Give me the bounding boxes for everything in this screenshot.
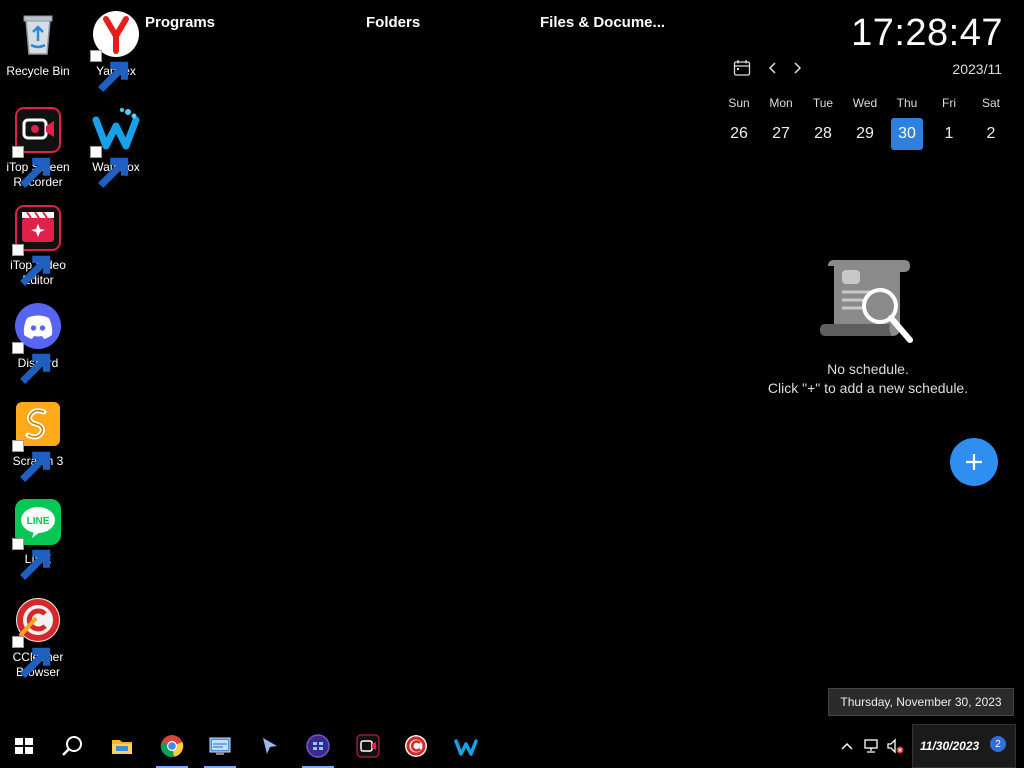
desktop-icon-itop-video-editor[interactable]: iTop Video Editor [0, 204, 76, 288]
itop-screen-recorder-icon [356, 734, 380, 758]
empty-schedule-title: No schedule. [827, 361, 909, 377]
taskbar-ccleaner[interactable] [396, 724, 436, 768]
desktop-icon-line[interactable]: LINE LINE [0, 498, 76, 580]
weekday-label: Tue [812, 96, 834, 110]
taskbar-date-text: 11/30/2023 [920, 739, 980, 753]
line-icon: LINE [12, 498, 62, 580]
itop-video-editor-icon [12, 204, 62, 286]
scratch-icon [12, 400, 62, 482]
desktop-icon-discord[interactable]: Discord [0, 302, 76, 384]
volume-muted-icon[interactable] [885, 736, 905, 756]
desktop-icon-label: Recycle Bin [6, 64, 70, 78]
search-icon [62, 736, 82, 756]
svg-text:LINE: LINE [27, 516, 50, 527]
recycle-bin-icon [14, 10, 62, 58]
show-hidden-icons-chevron-icon[interactable] [837, 736, 857, 756]
chrome-icon [160, 735, 184, 758]
calendar-day[interactable]: 29 [844, 118, 886, 150]
taskbar-control-panel[interactable] [200, 724, 240, 768]
network-icon[interactable] [861, 736, 881, 756]
itop-screen-recorder-icon [12, 106, 62, 188]
weekday-label: Sun [728, 96, 750, 110]
calendar-day[interactable]: 28 [802, 118, 844, 150]
fence-header-files[interactable]: Files & Docume... [540, 14, 665, 31]
calendar-day[interactable]: 1 [928, 118, 970, 150]
desktop-icon-recycle-bin[interactable]: Recycle Bin [0, 10, 76, 79]
desktop-icon-scratch[interactable]: Scratch 3 [0, 400, 76, 482]
calendar-day[interactable]: 26 [718, 118, 760, 150]
shortcut-arrow-icon [12, 440, 51, 482]
calendar-day[interactable]: 27 [760, 118, 802, 150]
notification-count-badge[interactable]: 2 [990, 736, 1006, 752]
discord-icon [12, 302, 62, 384]
shortcut-arrow-icon [12, 146, 51, 188]
taskbar-chrome[interactable] [152, 724, 192, 768]
today-label: 30 [891, 118, 923, 150]
calendar-week: Sun Mon Tue Wed Thu Fri Sat 26 27 28 29 … [718, 94, 1012, 150]
control-panel-icon [209, 737, 231, 755]
windows-app-icon [306, 734, 330, 758]
file-explorer-icon [112, 740, 132, 754]
desktop-icon-waterfox[interactable]: Waterfox [78, 106, 154, 188]
date-tooltip: Thursday, November 30, 2023 [828, 688, 1014, 716]
empty-schedule-hint: Click "+" to add a new schedule. [767, 380, 969, 396]
weekday-label: Fri [942, 96, 956, 110]
next-month-button[interactable] [787, 58, 807, 78]
calendar-day[interactable]: 2 [970, 118, 1012, 150]
empty-schedule-illustration-icon [818, 256, 914, 348]
taskbar-windows-app[interactable] [298, 724, 338, 768]
shortcut-arrow-icon [12, 538, 51, 580]
desktop-icon-itop-screen-recorder[interactable]: iTop Screen Recorder [0, 106, 76, 190]
weekday-label: Thu [896, 96, 918, 110]
start-icon [15, 738, 33, 754]
desktop-icon-ccleaner-browser[interactable]: CCleaner Browser [0, 596, 76, 680]
weekday-label: Mon [769, 96, 793, 110]
shortcut-arrow-icon [90, 146, 129, 188]
calendar-icon[interactable] [732, 58, 752, 78]
calendar-month: 2023/11 [952, 61, 1002, 77]
taskbar-cursor-app[interactable] [250, 724, 290, 768]
start-button[interactable] [4, 724, 44, 768]
shortcut-arrow-icon [12, 636, 51, 678]
search-button[interactable] [52, 724, 92, 768]
plus-icon [966, 454, 982, 470]
taskbar-itop-screen-recorder[interactable] [348, 724, 388, 768]
cursor-app-icon [263, 738, 277, 754]
widget-clock: 17:28:47 [851, 12, 1003, 54]
calendar-day-today[interactable]: 30 [886, 118, 928, 150]
previous-month-button[interactable] [763, 58, 783, 78]
weekday-label: Sat [981, 96, 1000, 110]
shortcut-arrow-icon [12, 342, 51, 384]
fence-header-folders[interactable]: Folders [366, 14, 420, 31]
waterfox-icon [454, 739, 478, 756]
waterfox-icon [90, 106, 140, 188]
shortcut-arrow-icon [90, 50, 129, 92]
desktop-icon-yandex[interactable]: Yandex [78, 10, 154, 92]
yandex-icon [90, 10, 140, 92]
taskbar-file-explorer[interactable] [102, 724, 142, 768]
taskbar [0, 724, 1024, 768]
weekday-label: Wed [852, 96, 878, 110]
ccleaner-icon [12, 596, 62, 678]
taskbar-waterfox[interactable] [446, 724, 486, 768]
shortcut-arrow-icon [12, 244, 51, 286]
ccleaner-icon [405, 735, 427, 757]
add-schedule-button[interactable] [950, 438, 998, 486]
fence-header-programs[interactable]: Programs [145, 14, 215, 31]
